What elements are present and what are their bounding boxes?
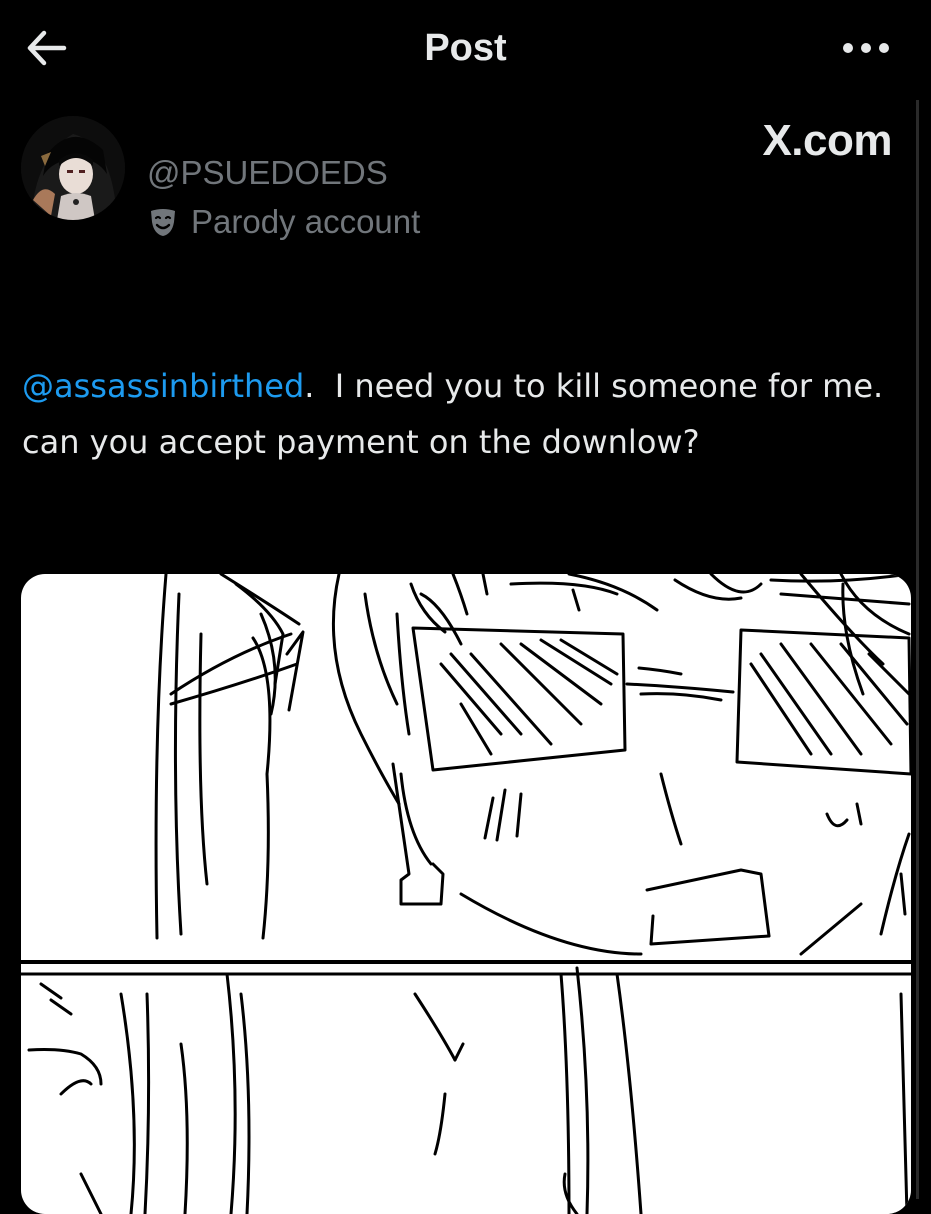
avatar[interactable] bbox=[21, 116, 125, 220]
x-com-watermark: X.com bbox=[762, 116, 892, 165]
mention-link[interactable]: @assassinbirthed bbox=[22, 367, 304, 405]
parody-mask-icon bbox=[151, 209, 175, 236]
parody-label-row: Parody account bbox=[147, 202, 420, 242]
post-image[interactable] bbox=[21, 574, 911, 1214]
page-title: Post bbox=[424, 27, 507, 69]
parody-account-label: Parody account bbox=[191, 203, 421, 240]
post-text: @assassinbirthed. I need you to kill som… bbox=[22, 358, 907, 470]
scrollbar[interactable] bbox=[916, 100, 919, 1199]
more-options-button[interactable] bbox=[838, 30, 894, 66]
top-bar: Post bbox=[0, 0, 931, 96]
ellipsis-icon bbox=[843, 43, 889, 53]
author-handle[interactable]: @PSUEDOEDS bbox=[147, 153, 388, 193]
manga-sketch-image bbox=[21, 574, 911, 1214]
